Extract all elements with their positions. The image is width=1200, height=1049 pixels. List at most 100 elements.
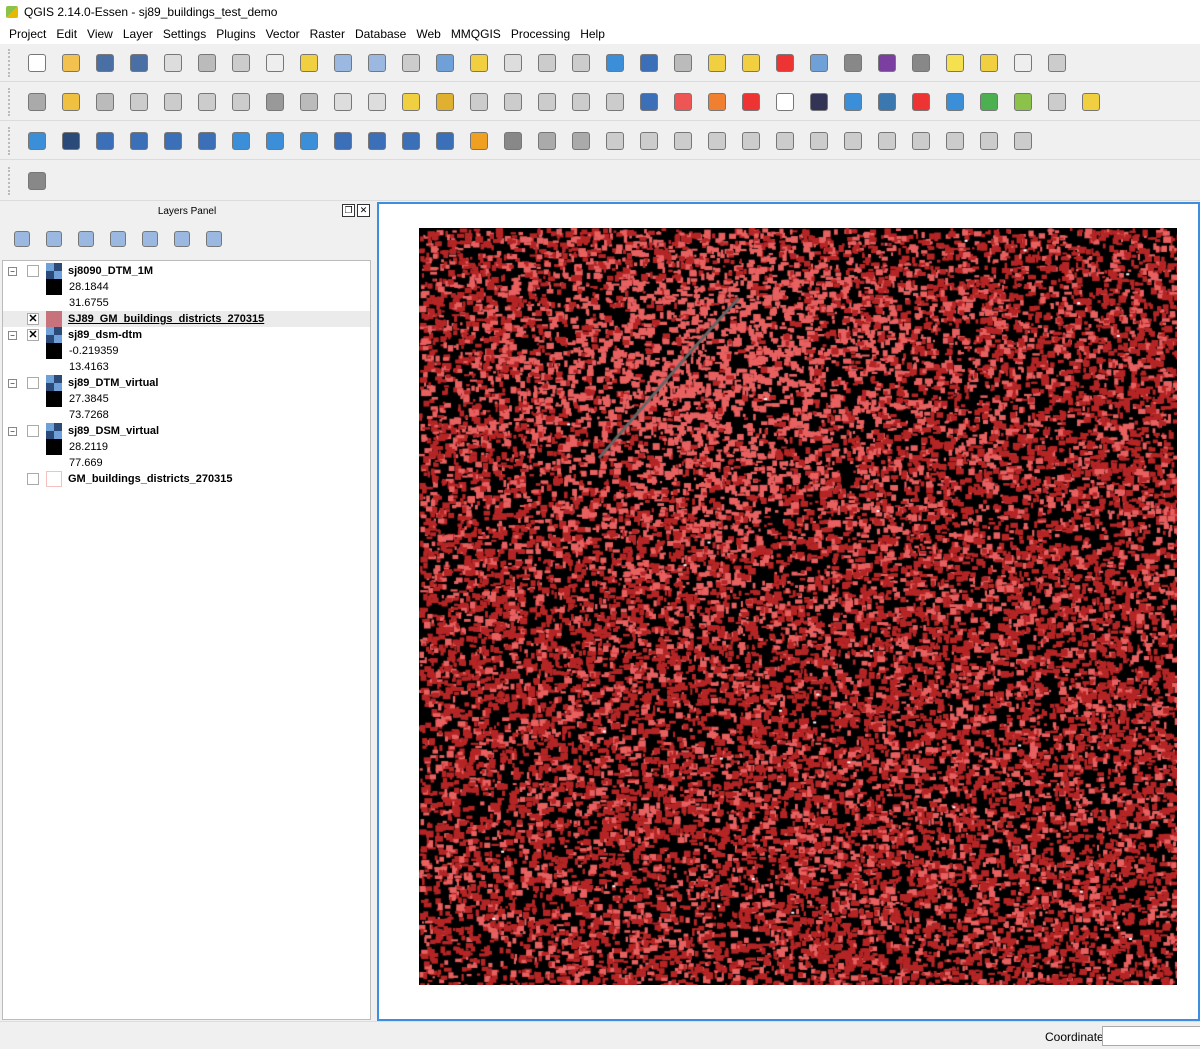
- layer-item[interactable]: − sj8090_DTM_1M: [3, 263, 370, 279]
- coordinate-input[interactable]: [1102, 1026, 1200, 1046]
- new-shapefile-button[interactable]: [398, 128, 424, 154]
- menu-project[interactable]: Project: [4, 27, 51, 41]
- menu-edit[interactable]: Edit: [51, 27, 82, 41]
- layer-item[interactable]: GM_buildings_districts_270315: [3, 471, 370, 487]
- open-project-button[interactable]: [58, 50, 84, 76]
- qgis-cloud-button[interactable]: [976, 89, 1002, 115]
- add-ring-button[interactable]: [636, 128, 662, 154]
- layer-visibility-checkbox[interactable]: ✕: [27, 329, 39, 341]
- filter-by-expression-button[interactable]: [105, 226, 131, 252]
- touch-zoom-button[interactable]: [228, 50, 254, 76]
- manage-visibility-button[interactable]: [41, 226, 67, 252]
- menu-raster[interactable]: Raster: [305, 27, 350, 41]
- toolbar-grip[interactable]: [8, 166, 14, 195]
- layer-item[interactable]: − sj89_DSM_virtual: [3, 423, 370, 439]
- openlayers-button[interactable]: [806, 89, 832, 115]
- text-annotation-button[interactable]: [1044, 50, 1070, 76]
- move-label-button[interactable]: [534, 89, 560, 115]
- remove-layer-button[interactable]: [201, 226, 227, 252]
- menu-processing[interactable]: Processing: [506, 27, 575, 41]
- offset-curve-button[interactable]: [840, 128, 866, 154]
- advanced-digitize-button[interactable]: [466, 128, 492, 154]
- measure-button[interactable]: [908, 50, 934, 76]
- layer-item[interactable]: − sj89_DTM_virtual: [3, 375, 370, 391]
- layer-tree[interactable]: − sj8090_DTM_1M 28.1844 31.6755 ✕ SJ89_GM_bui…: [2, 260, 371, 1020]
- svg-button[interactable]: [1044, 89, 1070, 115]
- menu-layer[interactable]: Layer: [118, 27, 158, 41]
- reshape-button[interactable]: [806, 128, 832, 154]
- expand-toggle[interactable]: −: [8, 426, 17, 436]
- digitizing-button[interactable]: [670, 89, 696, 115]
- deselect-button[interactable]: [738, 50, 764, 76]
- zoom-last-button[interactable]: [534, 50, 560, 76]
- delete-selected-button[interactable]: [262, 89, 288, 115]
- menu-settings[interactable]: Settings: [158, 27, 211, 41]
- node-tool-button[interactable]: [194, 89, 220, 115]
- zoom-in-button[interactable]: [330, 50, 356, 76]
- expand-toggle[interactable]: −: [8, 266, 17, 276]
- new-project-button[interactable]: [24, 50, 50, 76]
- pin-labels-button[interactable]: [432, 89, 458, 115]
- layer-visibility-checkbox[interactable]: [27, 473, 39, 485]
- save-as-button[interactable]: [126, 50, 152, 76]
- change-label-button[interactable]: [602, 89, 628, 115]
- layer-item[interactable]: ✕ SJ89_GM_buildings_districts_270315: [3, 311, 370, 327]
- layer-visibility-checkbox[interactable]: [27, 265, 39, 277]
- paste-features-button[interactable]: [364, 89, 390, 115]
- cut-features-button[interactable]: [296, 89, 322, 115]
- menu-help[interactable]: Help: [575, 27, 610, 41]
- gml-button[interactable]: [908, 89, 934, 115]
- split-features-button[interactable]: [874, 128, 900, 154]
- show-hide-labels-button[interactable]: [500, 89, 526, 115]
- run-action-button[interactable]: [670, 50, 696, 76]
- split-parts-button[interactable]: [908, 128, 934, 154]
- add-raster-button[interactable]: [58, 128, 84, 154]
- csw-button[interactable]: [772, 89, 798, 115]
- undo-button[interactable]: [534, 128, 560, 154]
- menu-mmqgis[interactable]: MMQGIS: [446, 27, 506, 41]
- layer-visibility-checkbox[interactable]: [27, 425, 39, 437]
- redo-button[interactable]: [568, 128, 594, 154]
- add-oracle-button[interactable]: [194, 128, 220, 154]
- add-postgis-button[interactable]: [92, 128, 118, 154]
- new-print-composer-button[interactable]: [160, 50, 186, 76]
- toolbar-grip[interactable]: [8, 48, 14, 77]
- attribute-table-button[interactable]: [806, 50, 832, 76]
- zoom-to-selection-button[interactable]: [466, 50, 492, 76]
- add-spatialite-button[interactable]: [126, 128, 152, 154]
- pan-button[interactable]: [262, 50, 288, 76]
- copy-features-button[interactable]: [330, 89, 356, 115]
- zoom-native-button[interactable]: [398, 50, 424, 76]
- processing-button[interactable]: [1010, 89, 1036, 115]
- pan-to-selection-button[interactable]: [296, 50, 322, 76]
- save-project-button[interactable]: [92, 50, 118, 76]
- close-panel-button[interactable]: ✕: [357, 204, 370, 217]
- composer-manager-button[interactable]: [194, 50, 220, 76]
- rotate-label-button[interactable]: [568, 89, 594, 115]
- add-mssql-button[interactable]: [160, 128, 186, 154]
- collapse-all-button[interactable]: [169, 226, 195, 252]
- field-calculator-button[interactable]: [840, 50, 866, 76]
- ring-tool-button[interactable]: [738, 89, 764, 115]
- georeferencer-button[interactable]: [636, 89, 662, 115]
- add-group-button[interactable]: [9, 226, 35, 252]
- save-edits-button[interactable]: [92, 89, 118, 115]
- map-tips-button[interactable]: [942, 50, 968, 76]
- current-edits-button[interactable]: [24, 89, 50, 115]
- report-button[interactable]: [704, 89, 730, 115]
- zoom-out-button[interactable]: [364, 50, 390, 76]
- zoom-next-button[interactable]: [568, 50, 594, 76]
- toolbar-grip[interactable]: [8, 87, 14, 116]
- refresh-button[interactable]: [602, 50, 628, 76]
- move-feature-button[interactable]: [160, 89, 186, 115]
- highlight-labels-button[interactable]: [466, 89, 492, 115]
- add-part-button[interactable]: [670, 128, 696, 154]
- float-panel-button[interactable]: ❐: [342, 204, 355, 217]
- menu-web[interactable]: Web: [411, 27, 445, 41]
- rotate-button[interactable]: [500, 128, 526, 154]
- layer-visibility-checkbox[interactable]: ✕: [27, 313, 39, 325]
- metasearch-button[interactable]: [840, 89, 866, 115]
- expand-toggle[interactable]: −: [8, 378, 17, 388]
- select-features-button[interactable]: [704, 50, 730, 76]
- select-by-expression-button[interactable]: [772, 50, 798, 76]
